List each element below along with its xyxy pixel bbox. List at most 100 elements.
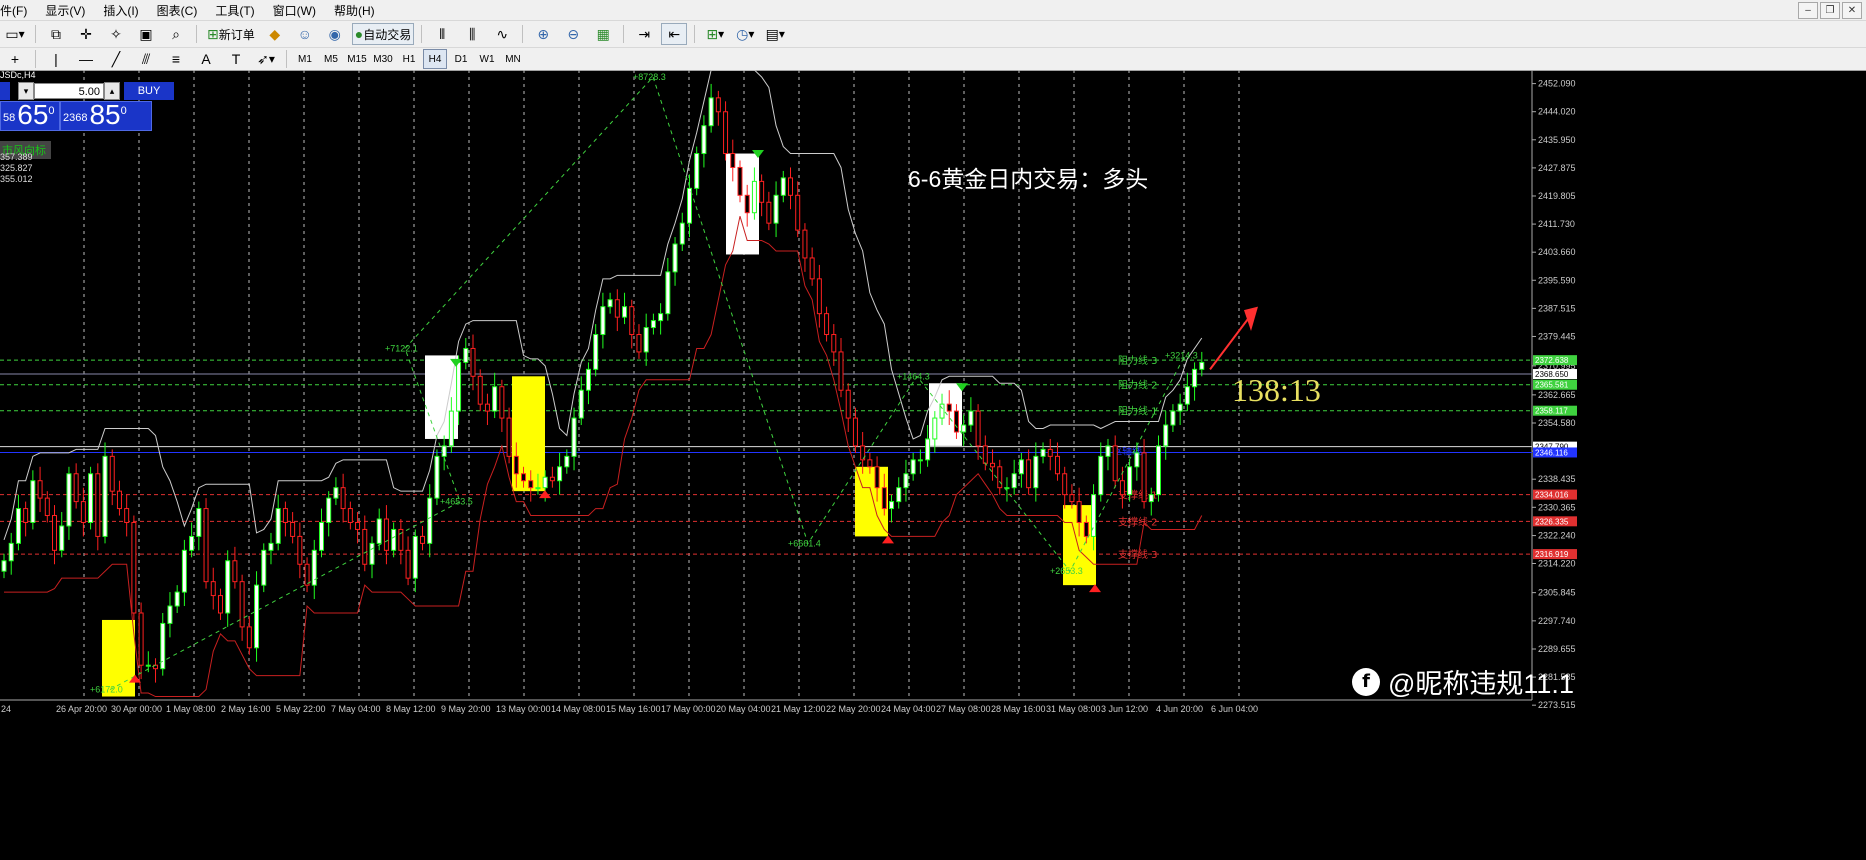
- minimize-button[interactable]: –: [1798, 2, 1818, 19]
- tf-m1[interactable]: M1: [293, 49, 317, 69]
- tf-m5[interactable]: M5: [319, 49, 343, 69]
- lot-size-input[interactable]: 5.00: [34, 83, 104, 99]
- price-tag-label: 2346.116: [1535, 448, 1568, 457]
- autoscroll-button[interactable]: ⇤: [661, 23, 688, 45]
- candle-body: [982, 445, 988, 464]
- buy-button[interactable]: BUY: [124, 82, 174, 100]
- y-tick-label: 2297.740: [1538, 616, 1576, 626]
- menu-tools[interactable]: 工具(T): [206, 2, 263, 19]
- tf-mn[interactable]: MN: [501, 49, 525, 69]
- watermark: f @昵称违规11.1: [1352, 662, 1574, 701]
- label-tool[interactable]: T: [223, 48, 249, 70]
- market-watch-button[interactable]: ✛: [73, 23, 99, 45]
- market-button[interactable]: ◉: [322, 23, 348, 45]
- candle-body: [167, 605, 173, 624]
- profiles-button[interactable]: ⧉: [43, 23, 69, 45]
- candle-body: [391, 528, 397, 551]
- navigator-button[interactable]: ▣: [133, 23, 159, 45]
- templates-button[interactable]: ▤ ▾: [762, 23, 788, 45]
- trendline-tool[interactable]: ╱: [103, 48, 129, 70]
- menu-insert[interactable]: 插入(I): [94, 2, 147, 19]
- indicator-value: 355.012: [0, 174, 33, 184]
- lot-decrease-button[interactable]: ▾: [18, 82, 34, 100]
- y-tick-label: 2314.220: [1538, 558, 1576, 568]
- template-icon: ▤: [765, 26, 779, 42]
- line-chart-button[interactable]: ∿: [489, 23, 515, 45]
- candle-body: [369, 542, 375, 565]
- separator: [286, 50, 287, 68]
- separator: [35, 25, 36, 43]
- periods-button[interactable]: ◷ ▾: [732, 23, 758, 45]
- x-tick-label: 5 May 22:00: [276, 704, 326, 714]
- profit-annotation: +6661.4: [788, 538, 821, 548]
- buy-price[interactable]: 2368 85 0: [60, 100, 152, 131]
- text-tool[interactable]: A: [193, 48, 219, 70]
- level-label: 阻力线 2: [1118, 379, 1158, 392]
- crosshair-tool[interactable]: +: [2, 48, 28, 70]
- chart-shift-button[interactable]: ⇥: [631, 23, 657, 45]
- plus-icon: ⊞: [207, 26, 219, 42]
- candle-body: [1105, 445, 1111, 457]
- fibonacci-tool[interactable]: ≡: [163, 48, 189, 70]
- new-order-button[interactable]: ⊞ 新订单: [204, 23, 258, 45]
- signals-button[interactable]: ☺: [292, 23, 318, 45]
- metaeditor-button[interactable]: ◆: [262, 23, 288, 45]
- candle-body: [225, 560, 231, 614]
- tile-windows-button[interactable]: ▦: [590, 23, 616, 45]
- tf-h1[interactable]: H1: [397, 49, 421, 69]
- profit-annotation: +3214.3: [1165, 350, 1198, 360]
- candle-body: [261, 549, 267, 586]
- sell-button[interactable]: [0, 82, 10, 100]
- candle-body: [95, 473, 101, 537]
- tf-h4[interactable]: H4: [423, 49, 447, 69]
- candle-body: [217, 595, 223, 614]
- auto-trading-button[interactable]: ● 自动交易: [351, 23, 415, 45]
- candle-body: [318, 521, 324, 551]
- candlesticks-button[interactable]: ⫼: [459, 23, 485, 45]
- sell-price-prefix: 58: [3, 112, 16, 124]
- candle-body: [852, 417, 858, 447]
- x-tick-label: 31 May 08:00: [1046, 704, 1101, 714]
- sell-price[interactable]: 58 65 0: [0, 100, 60, 131]
- menu-view[interactable]: 显示(V): [36, 2, 94, 19]
- tf-m15[interactable]: M15: [345, 49, 369, 69]
- tf-m30[interactable]: M30: [371, 49, 395, 69]
- zoom-out-button[interactable]: ⊖: [560, 23, 586, 45]
- zoom-in-button[interactable]: ⊕: [530, 23, 556, 45]
- menu-window[interactable]: 窗口(W): [264, 2, 325, 19]
- close-button[interactable]: ✕: [1842, 2, 1862, 19]
- new-chart-button[interactable]: ▭ ▾: [2, 23, 28, 45]
- candle-body: [297, 535, 303, 565]
- candle-body: [239, 581, 245, 628]
- candle-body: [997, 466, 1003, 489]
- menu-charts[interactable]: 图表(C): [148, 2, 207, 19]
- arrows-tool[interactable]: ➶ ▾: [253, 48, 279, 70]
- candle-body: [109, 455, 115, 492]
- terminal-button[interactable]: ⌕: [163, 23, 189, 45]
- channel-tool[interactable]: ⫻: [133, 48, 159, 70]
- x-tick-label: 8 May 12:00: [386, 704, 436, 714]
- bar-chart-button[interactable]: ⫴: [429, 23, 455, 45]
- candle-body: [138, 612, 144, 666]
- indicators-button[interactable]: ⊞ ▾: [702, 23, 728, 45]
- tf-w1[interactable]: W1: [475, 49, 499, 69]
- horizontal-line-tool[interactable]: —: [73, 48, 99, 70]
- restore-button[interactable]: ❐: [1820, 2, 1840, 19]
- price-tag-label: 2365.581: [1535, 381, 1569, 390]
- vertical-line-tool[interactable]: |: [43, 48, 69, 70]
- separator: [623, 25, 625, 43]
- candle-body: [665, 271, 671, 315]
- candle-body: [23, 508, 29, 523]
- lot-increase-button[interactable]: ▴: [104, 82, 120, 100]
- level-label: 阻力线 3: [1118, 354, 1158, 367]
- data-window-button[interactable]: ✧: [103, 23, 129, 45]
- candle-body: [629, 306, 635, 336]
- tf-d1[interactable]: D1: [449, 49, 473, 69]
- buy-price-sup: 0: [120, 105, 127, 117]
- grid-icon: ▦: [596, 26, 610, 42]
- menu-file[interactable]: 件(F): [0, 2, 36, 19]
- level-label: 支撑线 2: [1118, 515, 1158, 528]
- menu-help[interactable]: 帮助(H): [325, 2, 384, 19]
- globe-icon: ◉: [328, 26, 341, 42]
- candle-body: [614, 299, 620, 318]
